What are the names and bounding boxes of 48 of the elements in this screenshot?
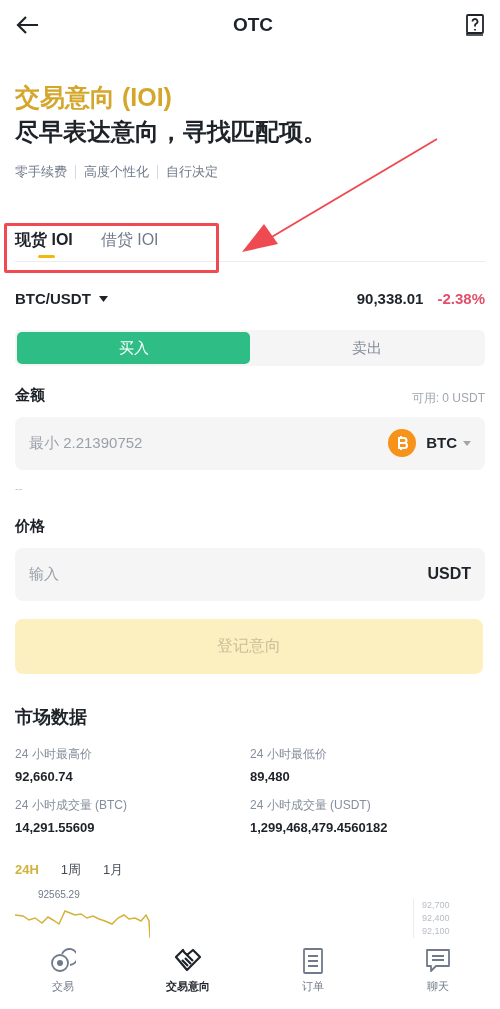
nav-tab[interactable]: 交易 [0,942,125,1009]
coins-icon [49,948,76,974]
stat-value: 1,299,468,479.4560182 [250,819,389,837]
tab[interactable]: 借贷 IOI [100,219,159,261]
peak-price-label: 92565.29 [38,888,80,902]
amount-input[interactable]: 最小 2.21390752 [29,431,389,455]
axis-label: 92,700 [422,899,450,912]
currency-label: USDT [427,564,471,584]
stat-value: 14,291.55609 [15,819,96,837]
nav-tab[interactable]: 订单 [250,942,375,1009]
range-tab[interactable]: 1周 [60,859,82,879]
back-arrow-icon[interactable] [16,15,40,35]
feature-label: 零手续费 [15,163,67,181]
stat-label: 24 小时成交量 (USDT) [250,797,372,814]
amount-hint: -- [14,480,24,496]
tab[interactable]: 现货 IOI [15,219,73,261]
axis-label: 92,400 [422,912,450,925]
feature-label: 高度个性化 [84,163,149,181]
bitcoin-icon [388,429,417,457]
help-book-icon[interactable] [466,14,484,36]
stat-value: 89,480 [250,767,291,786]
range-tab[interactable]: 1月 [103,859,124,879]
feature-label: 自行决定 [166,163,218,181]
section-title: 市场数据 [14,705,88,729]
axis-label: 92,100 [422,925,450,938]
field-label: 金额 [15,385,45,405]
amount-field[interactable]: 最小 2.21390752 BTC [15,416,485,470]
hero-subtitle: 尽早表达意向，寻找匹配项。 [15,117,328,147]
pair-symbol[interactable]: BTC/USDT [15,287,91,310]
stat-label: 24 小时成交量 (BTC) [15,797,128,814]
stat-value: 92,660.74 [15,767,74,786]
nav-tab[interactable]: 聊天 [375,942,500,1009]
chat-icon [424,948,451,974]
handshake-icon [173,948,202,974]
available-balance: 可用: 0 USDT [411,389,485,407]
page-title: OTC [232,12,274,37]
stat-label: 24 小时最低价 [250,745,328,763]
currency-selector[interactable]: BTC [426,431,457,455]
stat-label: 24 小时最高价 [15,745,93,763]
price-field[interactable]: 输入 USDT [15,547,485,601]
field-label: 价格 [15,516,45,534]
last-price: 90,338.01 [356,288,424,309]
price-change: -2.38% [437,288,485,309]
hero-title: 交易意向 (IOI) [15,82,173,113]
price-input[interactable]: 输入 [29,562,428,586]
dropdown-caret-icon[interactable] [98,295,108,302]
nav-tab[interactable]: 交易意向 [125,942,250,1009]
document-icon [301,948,324,974]
